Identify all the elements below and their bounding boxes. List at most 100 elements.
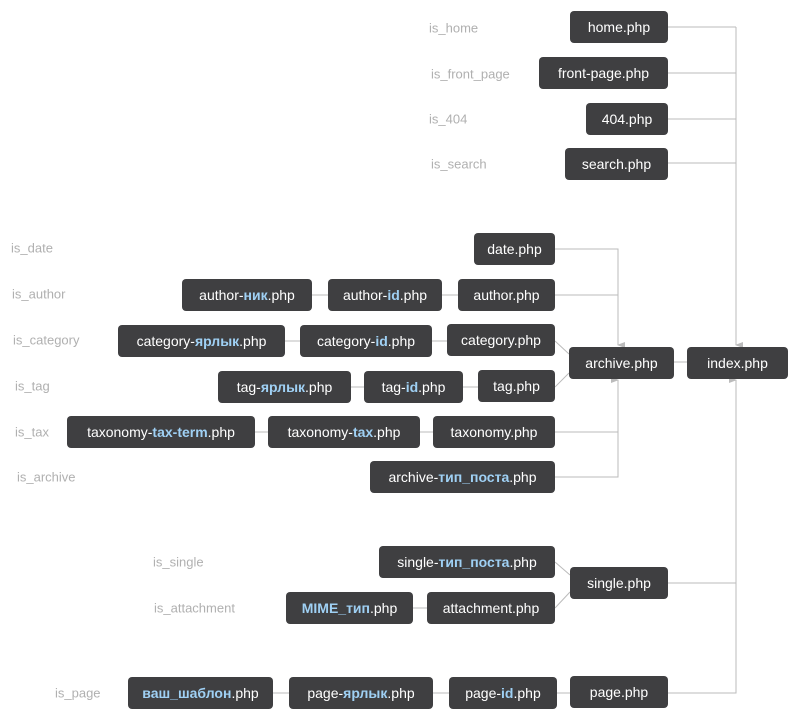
template-text: .php	[509, 554, 537, 570]
line-page	[668, 377, 737, 694]
template-text: .php	[387, 333, 416, 349]
template-text: author.php	[473, 287, 540, 303]
line-tag	[554, 372, 570, 388]
template-node-taxonomy: taxonomy.php	[433, 416, 555, 448]
template-node-archive-type: archive-тип_поста .php	[370, 461, 555, 493]
template-text: .php	[418, 379, 446, 395]
condition-label-is-search: is_search	[431, 156, 487, 172]
template-variable: MIME_тип	[301, 600, 370, 616]
template-node-e404: 404.php	[586, 103, 668, 135]
template-node-category-slug: category-ярлык .php	[118, 325, 285, 357]
template-node-attachment: attachment.php	[427, 592, 555, 624]
template-variable: id	[375, 333, 388, 349]
template-text: attachment.php	[442, 600, 540, 616]
template-text: category-	[316, 333, 376, 349]
template-text: single.php	[587, 575, 651, 591]
template-text: taxonomy-	[287, 424, 353, 440]
condition-label-is-home: is_home	[429, 20, 479, 36]
condition-label-is-tag: is_tag	[15, 378, 50, 394]
template-variable: id	[387, 287, 400, 303]
template-node-archive: archive.php	[569, 347, 674, 379]
template-text: front-page.php	[557, 65, 650, 81]
template-node-date: date.php	[474, 233, 555, 265]
template-node-author-nick: author-ник .php	[182, 279, 312, 311]
template-node-single: single.php	[570, 567, 668, 599]
template-node-single-type: single-тип_поста .php	[379, 546, 555, 578]
template-variable: tax	[352, 424, 374, 440]
template-node-mime: MIME_тип .php	[286, 592, 413, 624]
template-text: tag.php	[493, 378, 540, 394]
template-node-category-id: category-id .php	[300, 325, 432, 357]
condition-label-is-404: is_404	[429, 111, 468, 127]
condition-label-is-date: is_date	[11, 240, 53, 256]
condition-label-is-archive: is_archive	[17, 469, 76, 485]
template-text: .php	[305, 379, 333, 395]
template-node-search: search.php	[565, 148, 668, 180]
template-text: .php	[267, 287, 295, 303]
template-variable: tax-term	[152, 424, 208, 440]
template-text: archive.php	[585, 355, 658, 371]
template-node-category: category.php	[447, 324, 555, 356]
template-variable: ярлык	[260, 379, 306, 395]
template-node-author: author.php	[458, 279, 555, 311]
template-text: .php	[387, 685, 415, 701]
template-variable: тип_поста	[438, 469, 510, 485]
template-node-taxonomy-tax: taxonomy-tax .php	[268, 416, 420, 448]
template-variable: ник	[243, 287, 268, 303]
template-text: taxonomy-	[87, 424, 153, 440]
condition-label-is-single: is_single	[153, 554, 204, 570]
template-hierarchy-diagram: is_home is_front_page is_404 is_search is_da…	[0, 0, 800, 724]
template-text: .php	[231, 685, 259, 701]
template-variable: ваш_шаблон	[142, 685, 232, 701]
template-node-page-id: page-id .php	[449, 677, 557, 709]
template-text: category-	[136, 333, 195, 349]
template-text: search.php	[581, 156, 652, 172]
template-text: author-	[199, 287, 244, 303]
template-text: 404.php	[601, 111, 653, 127]
condition-label-is-attachment: is_attachment	[154, 600, 235, 616]
template-text: taxonomy.php	[450, 424, 538, 440]
template-text: index.php	[707, 355, 768, 371]
template-node-home: home.php	[570, 11, 668, 43]
template-text: tag-	[236, 379, 261, 395]
condition-label-is-tax: is_tax	[15, 424, 49, 440]
template-text: .php	[370, 600, 398, 616]
template-node-front-page: front-page.php	[539, 57, 668, 89]
template-node-tag: tag.php	[478, 370, 555, 402]
template-text: .php	[399, 287, 428, 303]
line-date	[555, 248, 625, 348]
template-variable: ярлык	[343, 685, 388, 701]
template-text: archive-	[388, 469, 439, 485]
line-single-type	[554, 561, 571, 576]
template-text: date.php	[487, 241, 542, 257]
template-node-custom-template: ваш_шаблон .php	[128, 677, 273, 709]
template-node-author-id: author-id .php	[328, 279, 442, 311]
template-node-tag-id: tag-id .php	[364, 371, 463, 403]
line-category	[554, 340, 570, 355]
template-text: page.php	[589, 684, 649, 700]
template-text: category.php	[461, 332, 541, 348]
template-text: .php	[207, 424, 235, 440]
template-node-page-slug: page-ярлык .php	[289, 677, 433, 709]
condition-label-is-author: is_author	[12, 286, 66, 302]
template-text: .php	[373, 424, 401, 440]
template-variable: id	[501, 685, 514, 701]
template-variable: ярлык	[194, 333, 240, 349]
template-text: tag-	[381, 379, 406, 395]
template-text: author-	[342, 287, 388, 303]
template-variable: тип_поста	[438, 554, 510, 570]
template-text: single-	[397, 554, 439, 570]
template-text: .php	[513, 685, 541, 701]
template-text: .php	[509, 469, 537, 485]
condition-label-is-category: is_category	[13, 332, 80, 348]
template-variable: id	[405, 379, 419, 395]
template-text: home.php	[587, 19, 651, 35]
template-node-page: page.php	[570, 676, 668, 708]
condition-label-is-page: is_page	[55, 685, 101, 701]
template-node-taxonomy-term: taxonomy-tax-term .php	[67, 416, 255, 448]
line-archive-type	[555, 377, 619, 478]
template-node-tag-slug: tag-ярлык .php	[218, 371, 351, 403]
line-attachment	[554, 591, 571, 609]
template-text: page-	[307, 685, 344, 701]
template-node-index: index.php	[687, 347, 788, 379]
